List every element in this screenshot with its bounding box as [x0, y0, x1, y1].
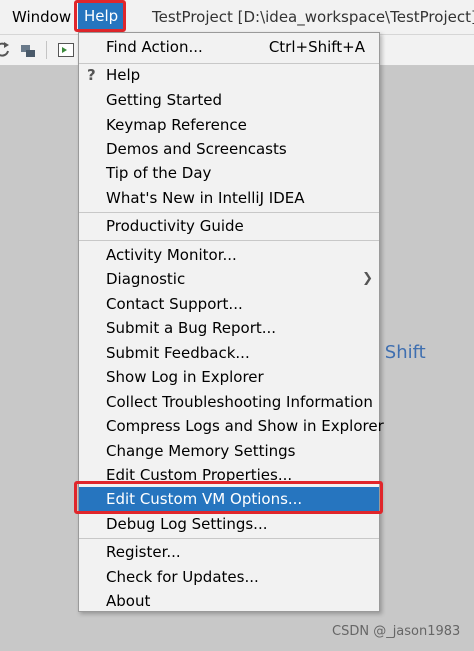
menu-item-label: Find Action...: [106, 38, 203, 56]
menu-item-label: Show Log in Explorer: [106, 368, 264, 386]
menu-item-label: Submit a Bug Report...: [106, 319, 277, 337]
menu-item-label: Debug Log Settings...: [106, 515, 268, 533]
menu-item-compress-logs[interactable]: Compress Logs and Show in Explorer: [79, 414, 384, 438]
menu-item-label: Activity Monitor...: [106, 246, 237, 264]
question-mark-icon: ?: [87, 66, 96, 84]
menu-item-keymap-reference[interactable]: Keymap Reference: [79, 113, 379, 137]
menu-item-check-updates[interactable]: Check for Updates...: [79, 565, 379, 589]
menu-item-label: Productivity Guide: [106, 217, 244, 235]
menu-item-contact-support[interactable]: Contact Support...: [79, 292, 379, 316]
menu-item-collect-troubleshooting[interactable]: Collect Troubleshooting Information: [79, 390, 379, 414]
menu-item-submit-bug-report[interactable]: Submit a Bug Report...: [79, 316, 379, 340]
menu-item-label: About: [106, 592, 151, 610]
menu-item-debug-log-settings[interactable]: Debug Log Settings...: [79, 512, 379, 536]
menu-item-tip-of-the-day[interactable]: Tip of the Day: [79, 161, 379, 185]
menu-separator: [79, 212, 379, 213]
menu-item-label: Keymap Reference: [106, 116, 247, 134]
refresh-icon[interactable]: [0, 42, 10, 58]
help-dropdown-menu: Find Action... Ctrl+Shift+A ? Help Getti…: [78, 32, 384, 613]
menu-item-label: Getting Started: [106, 91, 222, 109]
menu-item-label: Compress Logs and Show in Explorer: [106, 417, 384, 435]
menu-item-whats-new[interactable]: What's New in IntelliJ IDEA: [79, 186, 379, 210]
menu-item-label: Collect Troubleshooting Information: [106, 393, 373, 411]
menu-item-shortcut: Ctrl+Shift+A: [268, 38, 365, 56]
menu-item-label: Check for Updates...: [106, 568, 259, 586]
vm-options-highlight-outline: [74, 481, 383, 514]
menu-separator: [79, 538, 379, 539]
project-structure-icon[interactable]: [20, 42, 36, 58]
menu-window[interactable]: Window: [8, 6, 75, 28]
menu-item-register[interactable]: Register...: [79, 540, 379, 564]
menu-item-label: Change Memory Settings: [106, 442, 296, 460]
menu-item-label: Submit Feedback...: [106, 344, 250, 362]
menu-item-find-action[interactable]: Find Action... Ctrl+Shift+A: [79, 35, 379, 59]
menu-item-label: Diagnostic: [106, 270, 186, 288]
menu-item-label: Tip of the Day: [106, 164, 212, 182]
menu-item-label: What's New in IntelliJ IDEA: [106, 189, 305, 207]
menu-item-label: Demos and Screencasts: [106, 140, 287, 158]
terminal-icon[interactable]: [58, 42, 74, 58]
menu-bar: Window Help TestProject [D:\idea_workspa…: [0, 0, 474, 35]
menu-item-label: Help: [106, 66, 141, 84]
menu-item-show-log[interactable]: Show Log in Explorer: [79, 365, 379, 389]
menu-item-submit-feedback[interactable]: Submit Feedback...: [79, 341, 379, 365]
chevron-right-icon: ❯: [362, 271, 373, 286]
toolbar-separator: [46, 41, 47, 59]
menu-item-activity-monitor[interactable]: Activity Monitor...: [79, 243, 379, 267]
menu-item-change-memory[interactable]: Change Memory Settings: [79, 439, 379, 463]
menu-item-getting-started[interactable]: Getting Started: [79, 88, 379, 112]
menu-separator: [79, 240, 379, 241]
menu-item-productivity-guide[interactable]: Productivity Guide: [79, 214, 379, 238]
menu-item-label: Register...: [106, 543, 181, 561]
menu-item-label: Contact Support...: [106, 295, 243, 313]
menu-item-diagnostic[interactable]: Diagnostic ❯: [79, 267, 379, 291]
window-title: TestProject [D:\idea_workspace\TestProje…: [152, 8, 474, 26]
watermark: CSDN @_jason1983: [332, 624, 461, 639]
help-menu-highlight-outline: [74, 0, 126, 32]
menu-item-demos-screencasts[interactable]: Demos and Screencasts: [79, 137, 379, 161]
menu-item-help[interactable]: ? Help: [79, 63, 379, 87]
menu-item-about[interactable]: About: [79, 589, 379, 613]
